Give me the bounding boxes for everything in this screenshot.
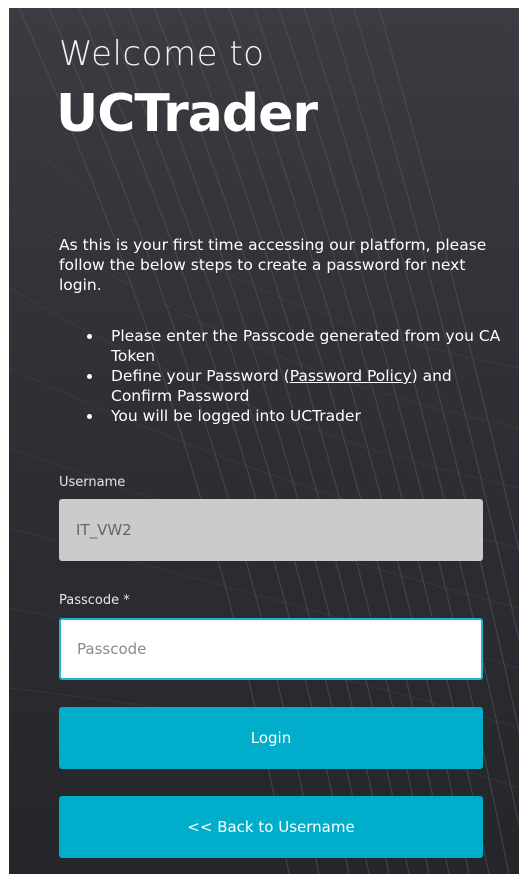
list-item: Define your Password (Password Policy) a… <box>81 366 501 406</box>
login-content: Welcome to UCTrader As this is your firs… <box>9 8 519 874</box>
bullet-icon <box>87 374 92 379</box>
back-to-username-button[interactable]: << Back to Username <box>59 796 483 858</box>
passcode-label: Passcode * <box>59 593 130 608</box>
step-text: You will be logged into UCTrader <box>111 407 361 425</box>
username-label: Username <box>59 475 126 490</box>
list-item: Please enter the Passcode generated from… <box>81 326 501 366</box>
password-policy-link[interactable]: Password Policy <box>290 367 412 385</box>
passcode-input[interactable] <box>59 618 483 680</box>
username-field <box>59 499 483 561</box>
bullet-icon <box>87 414 92 419</box>
steps-list: Please enter the Passcode generated from… <box>81 326 501 426</box>
brand-title: UCTrader <box>56 84 318 144</box>
intro-text: As this is your first time accessing our… <box>59 236 487 294</box>
list-item: You will be logged into UCTrader <box>81 406 501 426</box>
welcome-heading: Welcome to <box>59 34 265 74</box>
login-panel: Welcome to UCTrader As this is your firs… <box>9 8 519 874</box>
step-text: Please enter the Passcode generated from… <box>111 327 501 365</box>
bullet-icon <box>87 334 92 339</box>
login-button[interactable]: Login <box>59 707 483 769</box>
step-text-before: Define your Password ( <box>111 367 290 385</box>
